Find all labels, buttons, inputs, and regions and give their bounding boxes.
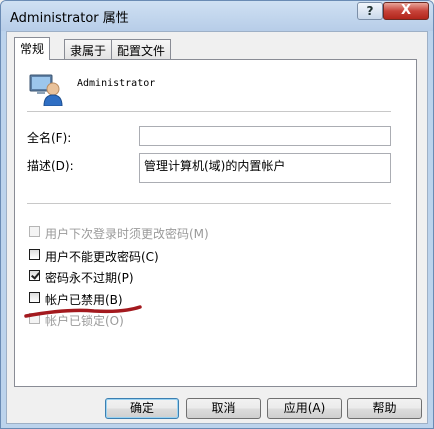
- tab-member-of[interactable]: 隶属于: [64, 39, 113, 59]
- tab-profile[interactable]: 配置文件: [111, 39, 172, 59]
- tab-general[interactable]: 常规: [14, 37, 51, 60]
- help-title-button[interactable]: ?: [357, 2, 383, 20]
- red-underline-annotation: [24, 305, 142, 318]
- help-button[interactable]: 帮助: [347, 398, 422, 419]
- cannot-change-password-checkbox[interactable]: [29, 249, 40, 260]
- full-name-input[interactable]: [139, 126, 391, 146]
- password-never-expires-checkbox[interactable]: [29, 270, 40, 281]
- cannot-change-password-label[interactable]: 用户不能更改密码(C): [45, 248, 159, 265]
- must-change-password-label: 用户下次登录时须更改密码(M): [45, 227, 209, 241]
- window-title: Administrator 属性: [10, 11, 129, 26]
- properties-dialog: Administrator 属性 ? X 常规 隶属于 配置文件 Adminis…: [0, 0, 434, 429]
- header-separator: [27, 111, 391, 113]
- must-change-password-checkbox: [29, 226, 40, 237]
- password-never-expires-label[interactable]: 密码永不过期(P): [45, 269, 134, 286]
- cancel-button[interactable]: 取消: [186, 398, 261, 419]
- full-name-label: 全名(F):: [27, 131, 72, 145]
- title-bar[interactable]: Administrator 属性 ? X: [1, 1, 433, 31]
- user-account-icon: [29, 74, 63, 106]
- dialog-client-area: 常规 隶属于 配置文件 Administrator 全名(F): 描述(D): …: [6, 31, 428, 424]
- account-name: Administrator: [77, 78, 156, 89]
- description-input[interactable]: 管理计算机(域)的内置帐户: [139, 153, 391, 183]
- description-label: 描述(D):: [27, 159, 74, 173]
- options-separator: [27, 203, 391, 205]
- apply-button[interactable]: 应用(A): [267, 398, 342, 419]
- close-button[interactable]: X: [383, 2, 429, 20]
- ok-button[interactable]: 确定: [105, 398, 179, 419]
- general-tab-panel: Administrator 全名(F): 描述(D): 管理计算机(域)的内置帐…: [14, 59, 417, 387]
